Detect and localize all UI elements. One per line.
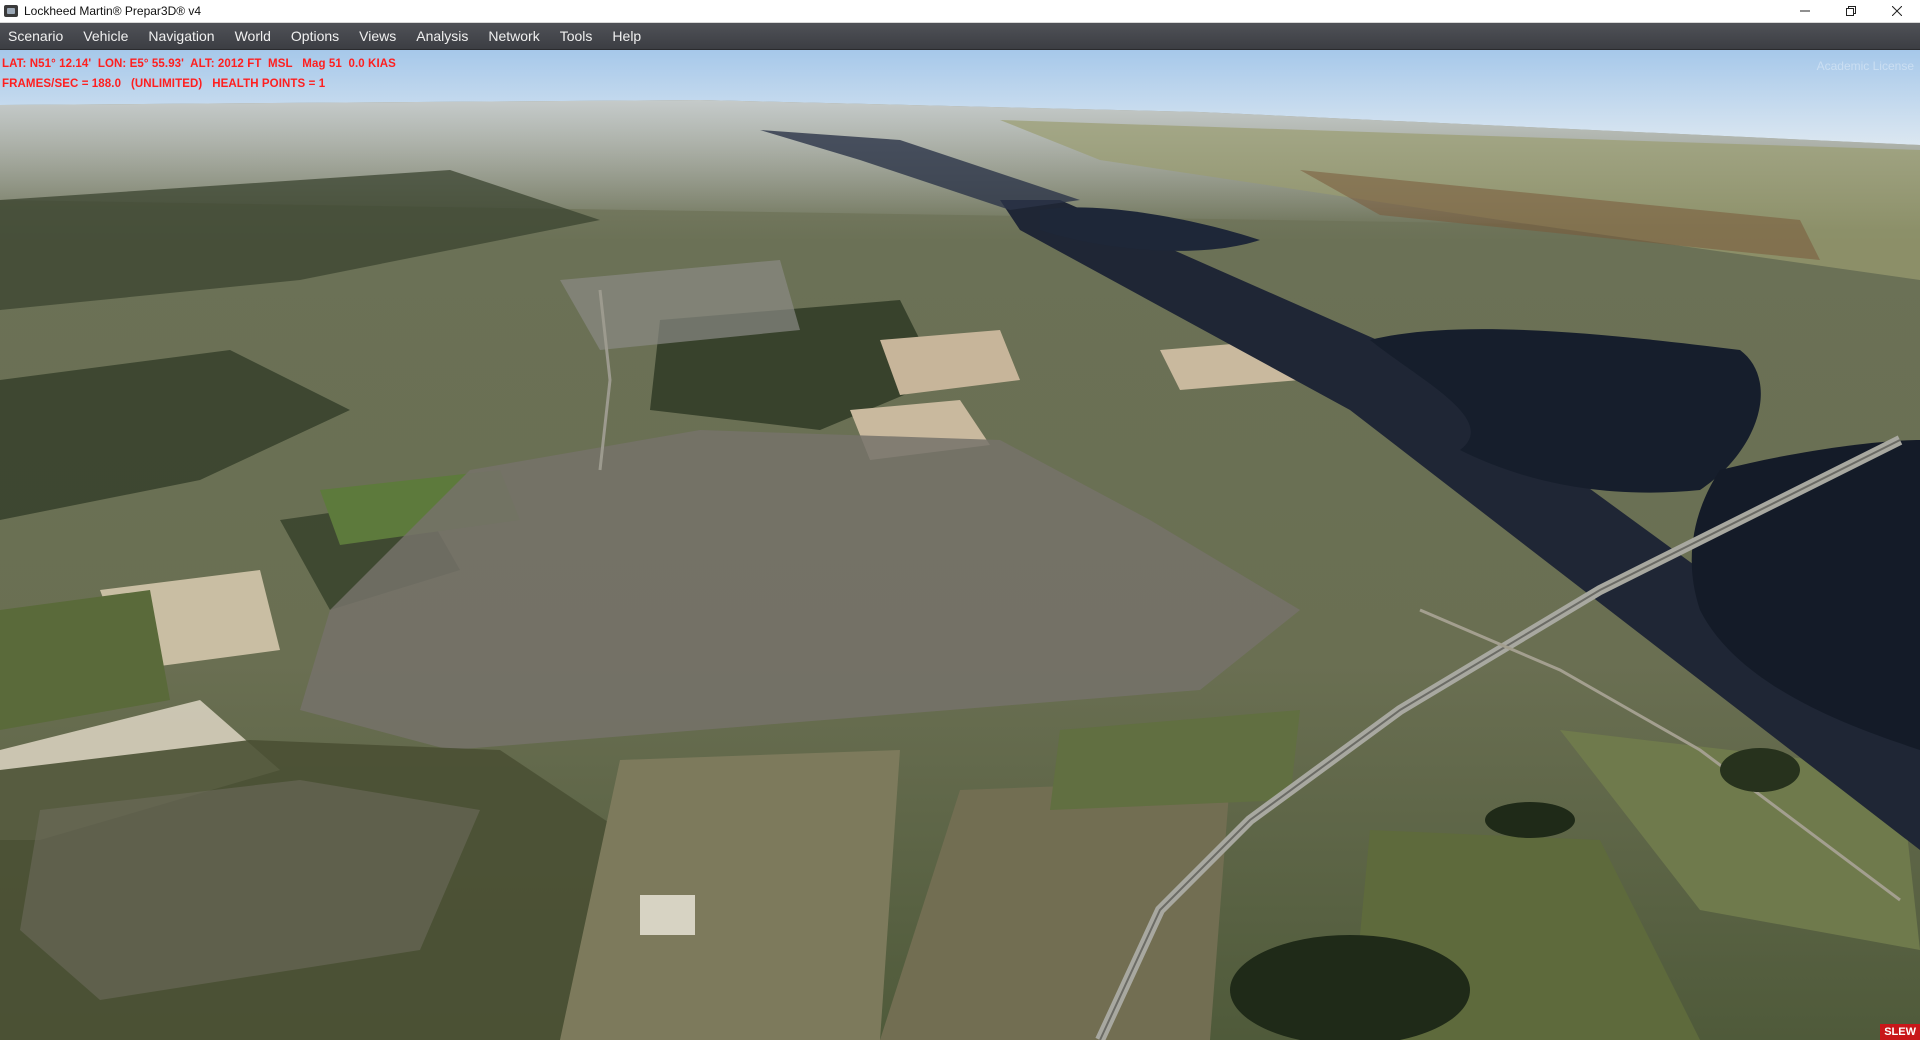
menu-views[interactable]: Views xyxy=(351,23,408,49)
close-icon xyxy=(1892,6,1902,16)
restore-icon xyxy=(1846,6,1856,16)
menu-analysis[interactable]: Analysis xyxy=(408,23,480,49)
license-watermark: Academic License xyxy=(1816,59,1914,73)
menu-network[interactable]: Network xyxy=(480,23,551,49)
performance-readout: FRAMES/SEC = 188.0 (UNLIMITED) HEALTH PO… xyxy=(2,78,326,90)
menu-navigation[interactable]: Navigation xyxy=(140,23,226,49)
slew-mode-badge: SLEW xyxy=(1880,1024,1920,1040)
menu-vehicle[interactable]: Vehicle xyxy=(75,23,140,49)
restore-button[interactable] xyxy=(1828,0,1874,22)
window-title: Lockheed Martin® Prepar3D® v4 xyxy=(24,4,202,18)
field-small-light xyxy=(640,895,695,935)
trees-cluster xyxy=(1485,802,1575,838)
menu-options[interactable]: Options xyxy=(283,23,351,49)
close-button[interactable] xyxy=(1874,0,1920,22)
menu-scenario[interactable]: Scenario xyxy=(0,23,75,49)
window-title-bar[interactable]: Lockheed Martin® Prepar3D® v4 xyxy=(0,0,1920,23)
window-controls xyxy=(1782,0,1920,22)
menu-tools[interactable]: Tools xyxy=(552,23,605,49)
trees-cluster-east xyxy=(1720,748,1800,792)
simulator-viewport[interactable]: LAT: N51° 12.14' LON: E5° 55.93' ALT: 20… xyxy=(0,50,1920,1040)
app-icon xyxy=(4,5,18,17)
aerial-scenery xyxy=(0,50,1920,1040)
position-readout: LAT: N51° 12.14' LON: E5° 55.93' ALT: 20… xyxy=(2,58,396,70)
minimize-button[interactable] xyxy=(1782,0,1828,22)
menu-help[interactable]: Help xyxy=(604,23,653,49)
minimize-icon xyxy=(1800,10,1810,12)
menu-bar: Scenario Vehicle Navigation World Option… xyxy=(0,23,1920,50)
trees-foreground xyxy=(1230,935,1470,1040)
menu-world[interactable]: World xyxy=(227,23,283,49)
